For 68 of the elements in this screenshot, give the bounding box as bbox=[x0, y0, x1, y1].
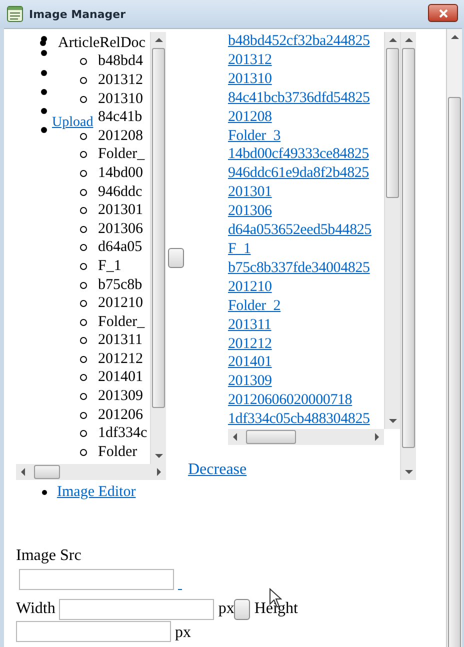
width-field[interactable] bbox=[59, 598, 214, 620]
tree-item[interactable]: 201206 bbox=[98, 406, 143, 424]
scrollbar[interactable] bbox=[400, 32, 416, 480]
scrollbar[interactable] bbox=[228, 429, 384, 445]
tree-item[interactable]: b48bd4 bbox=[98, 53, 143, 70]
tree-item[interactable]: 201210 bbox=[98, 295, 143, 312]
scrollbar[interactable] bbox=[384, 32, 400, 429]
file-link[interactable]: b75c8b337fde34004825 bbox=[228, 258, 384, 278]
tree-item[interactable]: b75c8b bbox=[98, 276, 142, 294]
file-link[interactable]: 201208 bbox=[228, 108, 384, 127]
file-link[interactable]: Folder_3 bbox=[228, 126, 384, 146]
file-link[interactable]: 20120606020000718 bbox=[228, 391, 384, 410]
tree-item[interactable]: 14bd00 bbox=[98, 164, 143, 182]
tree-item[interactable]: 84c41b bbox=[98, 109, 142, 126]
image-editor-link[interactable]: Image Editor bbox=[57, 484, 136, 500]
tree-item[interactable]: 201312 bbox=[98, 72, 143, 89]
file-link[interactable]: d64a053652eed5b44825 bbox=[228, 221, 384, 240]
scrollbar[interactable] bbox=[16, 464, 166, 480]
height-label: Height bbox=[254, 600, 298, 618]
close-button[interactable] bbox=[428, 4, 458, 22]
tree-item[interactable]: 1df334c bbox=[98, 425, 148, 442]
file-link[interactable]: 201301 bbox=[228, 183, 384, 202]
tree-item[interactable]: 201311 bbox=[98, 332, 142, 350]
tree-item[interactable]: 201401 bbox=[98, 369, 143, 386]
file-link[interactable]: 201312 bbox=[228, 50, 384, 70]
tree-item[interactable]: F_1 bbox=[98, 258, 122, 275]
tree-item[interactable]: 201309 bbox=[98, 388, 143, 406]
scrollbar[interactable] bbox=[150, 32, 166, 464]
decrease-link[interactable]: Decrease bbox=[188, 461, 247, 479]
tree-item[interactable]: 201301 bbox=[98, 202, 143, 220]
lock-ratio-button[interactable] bbox=[234, 598, 250, 620]
browse-link[interactable] bbox=[178, 588, 182, 590]
tree-item[interactable]: Folder_ bbox=[98, 314, 145, 331]
scrollbar[interactable] bbox=[446, 29, 462, 647]
tree-item[interactable]: 201208 bbox=[98, 128, 143, 145]
unit-label: px bbox=[175, 624, 191, 642]
tree-item[interactable]: 201306 bbox=[98, 220, 143, 238]
file-link[interactable]: b48bd452cf32ba244825 bbox=[228, 32, 384, 51]
file-link[interactable]: 201401 bbox=[228, 353, 384, 372]
tree-item[interactable]: 201212 bbox=[98, 350, 143, 368]
image-src-label: Image Src bbox=[16, 546, 82, 566]
file-link[interactable]: 1df334c05cb488304825 bbox=[228, 410, 384, 429]
tree-item[interactable]: Folder_ bbox=[98, 146, 145, 164]
file-link[interactable]: 201311 bbox=[228, 316, 384, 334]
tree-item[interactable]: 201310 bbox=[98, 90, 143, 108]
height-field[interactable] bbox=[16, 621, 171, 642]
window-title: Image Manager bbox=[29, 8, 126, 20]
file-link[interactable]: Folder_2 bbox=[228, 296, 384, 316]
tree-item[interactable]: d64a05 bbox=[98, 239, 142, 256]
file-link[interactable]: 201212 bbox=[228, 334, 384, 354]
tree-item[interactable]: Folder bbox=[98, 444, 138, 461]
window-icon bbox=[7, 6, 23, 22]
upload-link[interactable]: Upload bbox=[52, 114, 94, 132]
unit-label: px bbox=[218, 600, 234, 618]
tree-item[interactable]: ArticleRelDoc bbox=[58, 34, 146, 52]
file-link[interactable]: 201210 bbox=[228, 278, 384, 297]
width-label: Width bbox=[16, 600, 56, 618]
file-link[interactable]: 201306 bbox=[228, 202, 384, 222]
close-icon bbox=[438, 8, 448, 18]
small-button[interactable] bbox=[168, 248, 184, 268]
file-link[interactable]: 946ddc61e9da8f2b4825 bbox=[228, 164, 384, 184]
file-link[interactable]: F_1 bbox=[228, 240, 384, 259]
file-link[interactable]: 14bd00cf49333ce84825 bbox=[228, 145, 384, 164]
file-link[interactable]: 201309 bbox=[228, 372, 384, 392]
file-link[interactable]: 201310 bbox=[228, 70, 384, 89]
image-src-field[interactable] bbox=[19, 569, 174, 590]
tree-item[interactable]: 946ddc bbox=[98, 184, 142, 201]
file-link[interactable]: 84c41bcb3736dfd54825 bbox=[228, 88, 384, 108]
